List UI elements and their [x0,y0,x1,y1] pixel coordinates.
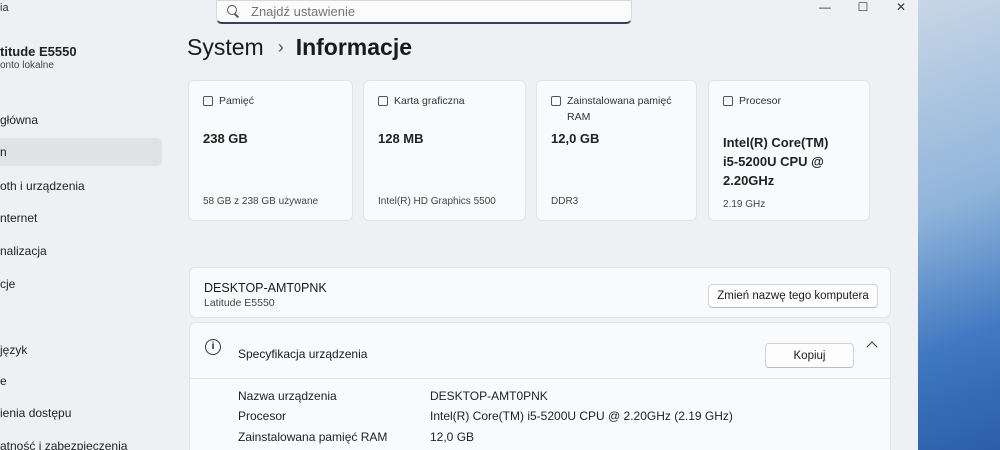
page-title: Informacje [295,34,413,60]
sidebar-item-home[interactable]: główna [0,106,162,134]
sidebar-item-bluetooth[interactable]: oth i urządzenia [0,172,162,200]
info-icon: i [205,339,221,355]
minimize-button[interactable]: — [808,0,842,16]
device-name: titude E5550 [0,44,77,59]
card-value: Intel(R) Core(TM) i5-5200U CPU @ 2.20GHz [723,135,829,188]
app-title: ia [0,2,9,14]
sidebar-item-personalization[interactable]: nalizacja [0,237,162,265]
storage-icon [203,96,213,106]
ram-icon [551,96,561,106]
card-value: 128 MB [378,131,424,146]
specs-title: Specyfikacja urządzenia [238,347,368,361]
account-type: onto lokalne [0,60,54,71]
card-title: Pamięć [219,95,255,107]
sidebar-item-privacy[interactable]: atność i zabezpieczenia [0,432,162,450]
card-title: Procesor [739,95,782,107]
desktop-wallpaper [918,0,1000,450]
chevron-up-icon[interactable] [866,341,878,353]
spec-value: DESKTOP-AMT0PNK [430,389,548,403]
maximize-button[interactable]: ☐ [846,0,880,16]
card-title: Karta graficzna [394,95,465,107]
storage-card[interactable]: Pamięć 238 GB 58 GB z 238 GB używane [188,80,353,221]
sidebar: titude E5550 onto lokalne główna n oth i… [0,30,170,450]
search-box[interactable] [216,0,632,24]
copy-button[interactable]: Kopiuj [765,343,854,368]
device-name-panel: DESKTOP-AMT0PNK Latitude E5550 Zmień naz… [189,267,891,318]
spec-row: Procesor Intel(R) Core(TM) i5-5200U CPU … [238,409,733,423]
spec-key: Nazwa urządzenia [238,389,337,403]
spec-row: Nazwa urządzenia DESKTOP-AMT0PNK [238,389,548,403]
card-detail: 58 GB z 238 GB używane [203,196,319,207]
device-specs-panel: i Specyfikacja urządzenia Kopiuj Nazwa u… [189,322,891,450]
gpu-icon [378,96,388,106]
breadcrumb-separator-icon: › [277,37,284,57]
sidebar-item-time-language[interactable]: język [0,336,162,364]
gpu-card[interactable]: Karta graficzna 128 MB Intel(R) HD Graph… [363,80,526,221]
spec-key: Zainstalowana pamięć RAM [238,430,388,444]
sidebar-item-gaming[interactable]: e [0,367,162,395]
sidebar-item-apps[interactable]: cje [0,270,162,298]
sidebar-item-accessibility[interactable]: ienia dostępu [0,399,162,427]
card-value: 12,0 GB [551,131,600,146]
ram-card[interactable]: Zainstalowana pamięć RAM 12,0 GB DDR3 [536,80,697,221]
settings-window: ia — ☐ ✕ titude E5550 onto lokalne główn… [0,0,918,450]
card-detail: DDR3 [551,196,579,207]
close-button[interactable]: ✕ [884,0,918,16]
search-input[interactable] [251,4,611,19]
card-detail: 2.19 GHz [723,199,766,210]
card-title: Zainstalowana pamięć RAM [567,95,672,123]
computer-name: DESKTOP-AMT0PNK [204,281,327,295]
spec-value: 12,0 GB [430,430,475,444]
card-value: 238 GB [203,131,248,146]
rename-computer-button[interactable]: Zmień nazwę tego komputera [708,284,878,308]
search-icon [227,4,241,19]
breadcrumb-parent[interactable]: System [187,34,264,61]
breadcrumb: System › Informacje [187,34,412,61]
title-bar: ia — ☐ ✕ [0,0,918,30]
spec-value: Intel(R) Core(TM) i5-5200U CPU @ 2.20GHz… [430,409,733,423]
spec-key: Procesor [238,409,287,423]
spec-row: Zainstalowana pamięć RAM 12,0 GB [238,430,474,444]
sidebar-item-system[interactable]: n [0,138,162,166]
cpu-icon [723,96,733,106]
cpu-card[interactable]: Procesor Intel(R) Core(TM) i5-5200U CPU … [708,80,870,221]
divider [190,378,890,379]
computer-model: Latitude E5550 [204,297,275,309]
sidebar-item-network[interactable]: nternet [0,204,162,232]
card-detail: Intel(R) HD Graphics 5500 [378,196,496,207]
